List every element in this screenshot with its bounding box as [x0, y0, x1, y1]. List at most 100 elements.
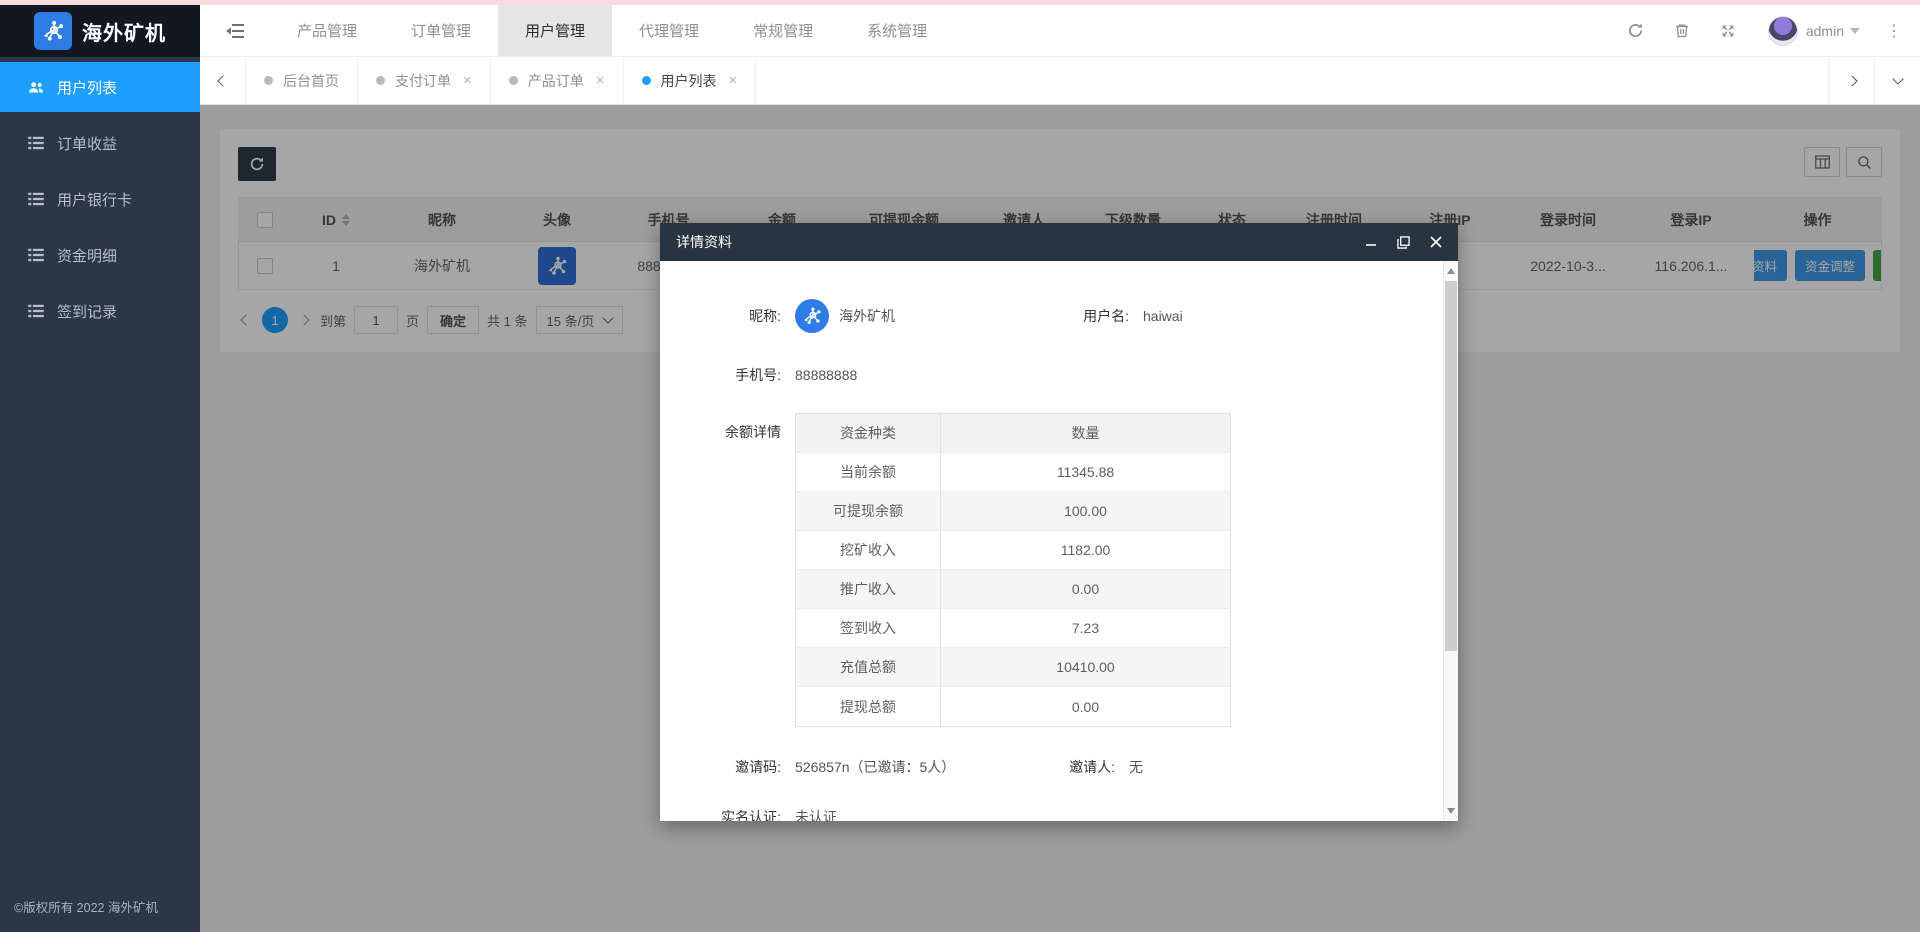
fund-type: 充值总额 — [796, 648, 941, 686]
miner-logo-icon — [34, 12, 72, 50]
fund-value: 100.00 — [941, 492, 1230, 530]
copyright-text: ©版权所有 2022 海外矿机 — [14, 897, 158, 916]
kebab-menu-icon[interactable]: ⋮ — [1886, 21, 1902, 41]
modal-titlebar[interactable]: 详情资料 — [660, 223, 1458, 261]
balance-row-item: 挖矿收入 1182.00 — [796, 531, 1230, 570]
username-value: haiwai — [1143, 308, 1183, 324]
maximize-icon[interactable] — [1397, 236, 1410, 249]
tab-payment-orders[interactable]: 支付订单 × — [358, 57, 491, 104]
tab-product-orders[interactable]: 产品订单 × — [491, 57, 624, 104]
modal-body: 昵称: 海外矿机 用户名: haiwai 手机号: — [660, 261, 1458, 821]
fund-type: 推广收入 — [796, 570, 941, 608]
sidebar-item-user-list[interactable]: 用户列表 — [0, 62, 200, 112]
main-content: ID 昵称 头像 手机号 金额 可提现金额 邀请人 下级数量 状态 注册时间 — [200, 105, 1920, 932]
tab-label: 产品订单 — [528, 71, 584, 91]
list-icon — [27, 302, 45, 320]
balance-row-item: 当前余额 11345.88 — [796, 453, 1230, 492]
tab-dot-icon — [376, 76, 385, 85]
balance-row: 余额详情 资金种类 数量 当前余额 11345.88 — [660, 413, 1414, 727]
tab-dashboard[interactable]: 后台首页 — [246, 57, 358, 104]
sidebar-item-label: 订单收益 — [57, 133, 117, 154]
balance-row-item: 可提现余额 100.00 — [796, 492, 1230, 531]
menu-item-orders[interactable]: 订单管理 — [384, 5, 498, 56]
close-icon[interactable] — [1430, 236, 1442, 248]
balance-row-item: 推广收入 0.00 — [796, 570, 1230, 609]
fund-type: 签到收入 — [796, 609, 941, 647]
fund-value: 10410.00 — [941, 648, 1230, 686]
users-icon — [27, 78, 45, 96]
tab-label: 用户列表 — [661, 71, 717, 91]
list-icon — [27, 134, 45, 152]
detail-modal: 详情资料 昵称: — [660, 223, 1458, 821]
modal-title: 详情资料 — [676, 232, 732, 252]
user-avatar[interactable] — [1768, 16, 1798, 46]
phone-row: 手机号: 88888888 — [660, 365, 1414, 385]
scroll-up-icon[interactable] — [1444, 263, 1458, 279]
sidebar-item-label: 用户列表 — [57, 77, 117, 98]
main-menu: 产品管理 订单管理 用户管理 代理管理 常规管理 系统管理 — [270, 5, 954, 56]
collapse-menu-icon[interactable] — [200, 5, 270, 56]
fund-type: 挖矿收入 — [796, 531, 941, 569]
page: 海外矿机 产品管理 订单管理 用户管理 代理管理 常规管理 系统管理 — [0, 0, 1920, 932]
balance-row-item: 签到收入 7.23 — [796, 609, 1230, 648]
menu-item-users[interactable]: 用户管理 — [498, 5, 612, 56]
trash-icon[interactable] — [1674, 22, 1690, 39]
sidebar-item-fund-details[interactable]: 资金明细 — [0, 230, 200, 280]
fund-type: 提现总额 — [796, 687, 941, 726]
invite-code-label: 邀请码: — [660, 757, 795, 777]
tab-close-icon[interactable]: × — [463, 72, 472, 89]
nickname-row: 昵称: 海外矿机 用户名: haiwai — [660, 299, 1414, 333]
fund-value: 0.00 — [941, 687, 1230, 726]
sidebar: 用户列表 订单收益 用户银行卡 资金明细 — [0, 57, 200, 932]
menu-item-agents[interactable]: 代理管理 — [612, 5, 726, 56]
username-label[interactable]: admin — [1806, 23, 1844, 39]
menu-item-system[interactable]: 系统管理 — [840, 5, 954, 56]
tab-dot-icon — [509, 76, 518, 85]
balance-row-item: 提现总额 0.00 — [796, 687, 1230, 726]
realname-value: 未认证 — [795, 807, 837, 821]
fund-value: 1182.00 — [941, 531, 1230, 569]
balance-table-header: 资金种类 数量 — [796, 414, 1230, 453]
fund-type-header: 资金种类 — [796, 414, 941, 452]
inviter-value: 无 — [1129, 757, 1143, 777]
menu-item-products[interactable]: 产品管理 — [270, 5, 384, 56]
fund-value: 0.00 — [941, 570, 1230, 608]
sidebar-item-label: 用户银行卡 — [57, 189, 132, 210]
fund-type: 当前余额 — [796, 453, 941, 491]
sidebar-item-user-bankcard[interactable]: 用户银行卡 — [0, 174, 200, 224]
scroll-down-icon[interactable] — [1444, 803, 1458, 819]
tabs-scroll-left-icon[interactable] — [200, 57, 246, 104]
fund-value: 11345.88 — [941, 453, 1230, 491]
header: 海外矿机 产品管理 订单管理 用户管理 代理管理 常规管理 系统管理 — [0, 5, 1920, 57]
fullscreen-icon[interactable] — [1720, 23, 1736, 39]
sidebar-item-checkin-records[interactable]: 签到记录 — [0, 286, 200, 336]
nickname-label: 昵称: — [660, 306, 795, 326]
sidebar-item-label: 资金明细 — [57, 245, 117, 266]
fund-type: 可提现余额 — [796, 492, 941, 530]
balance-label: 余额详情 — [660, 413, 795, 452]
tab-dot-icon — [642, 76, 651, 85]
sidebar-item-order-income[interactable]: 订单收益 — [0, 118, 200, 168]
minimize-icon[interactable] — [1365, 236, 1377, 248]
tabs-scroll-right-icon[interactable] — [1828, 57, 1874, 104]
tab-user-list[interactable]: 用户列表 × — [624, 57, 757, 104]
header-actions: admin ⋮ — [1597, 5, 1920, 56]
app-title: 海外矿机 — [82, 17, 166, 46]
menu-item-general[interactable]: 常规管理 — [726, 5, 840, 56]
invite-row: 邀请码: 526857n（已邀请：5人） 邀请人: 无 — [660, 757, 1414, 777]
tab-dot-icon — [264, 76, 273, 85]
scrollbar-thumb[interactable] — [1445, 281, 1457, 651]
user-dropdown-caret-icon[interactable] — [1850, 28, 1860, 34]
quantity-header: 数量 — [941, 414, 1230, 452]
tab-close-icon[interactable]: × — [596, 72, 605, 89]
app-logo: 海外矿机 — [0, 5, 200, 57]
inviter-label: 邀请人: — [1051, 757, 1129, 777]
refresh-icon[interactable] — [1627, 22, 1644, 39]
nickname-value: 海外矿机 — [839, 306, 895, 326]
realname-row: 实名认证: 未认证 — [660, 807, 1414, 821]
modal-scrollbar[interactable] — [1443, 261, 1458, 821]
tab-close-icon[interactable]: × — [729, 72, 738, 89]
tabs-menu-icon[interactable] — [1874, 57, 1920, 104]
realname-label: 实名认证: — [660, 807, 795, 821]
username-label: 用户名: — [1065, 306, 1143, 326]
